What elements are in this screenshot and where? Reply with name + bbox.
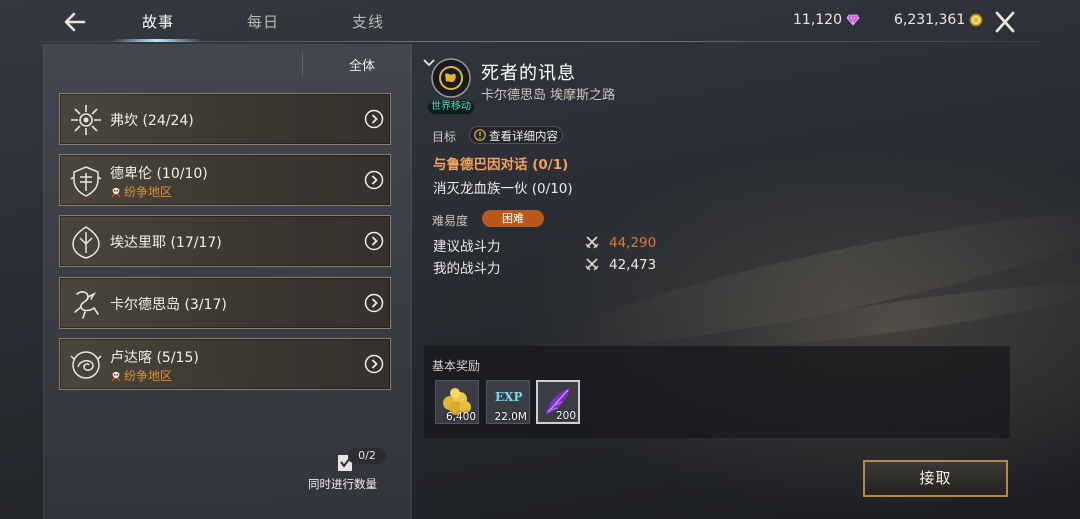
objective-item: 消灭龙血族一伙 (0/10) — [433, 181, 573, 197]
reward-count: 22.0M — [494, 411, 527, 423]
objective-active: 与鲁德巴因对话 (0/1) — [433, 157, 569, 173]
info-icon — [474, 129, 486, 141]
recommended-power-label: 建议战斗力 — [433, 239, 501, 255]
my-power-label: 我的战斗力 — [433, 261, 501, 277]
difficulty-label: 难易度 — [432, 214, 469, 228]
gem-count: 11,120 — [793, 12, 842, 28]
region-name: 卢达喀 (5/15) — [110, 350, 199, 366]
go-arrow-icon — [364, 354, 384, 374]
recommended-power-value: 44,290 — [609, 235, 657, 251]
region-item-edaliye[interactable]: 埃达里耶 (17/17) — [59, 215, 391, 267]
region-name: 卡尔德思岛 (3/17) — [110, 297, 227, 313]
close-button[interactable] — [992, 10, 1018, 34]
crest-emblem-icon — [72, 226, 100, 259]
basic-rewards-panel: 基本奖励 6,400 EXP 22.0M 200 — [424, 346, 1010, 438]
region-name: 德卑伦 (10/10) — [110, 166, 208, 182]
dragon-emblem-icon — [74, 291, 99, 319]
warzone-label: 纷争地区 — [124, 185, 173, 199]
go-arrow-icon — [364, 109, 384, 129]
go-arrow-icon — [364, 170, 384, 190]
reward-feather[interactable]: 200 — [536, 380, 580, 424]
shield-emblem-icon — [70, 166, 102, 197]
region-item-ludake[interactable]: 卢达喀 (5/15) 纷争地区 — [59, 338, 391, 390]
gem-currency: 11,120 — [793, 12, 860, 28]
region-name: 弗坎 (24/24) — [110, 113, 194, 129]
gem-icon — [846, 14, 860, 26]
view-details-label: 查看详细内容 — [489, 129, 558, 143]
world-quest-icon — [431, 58, 471, 98]
tab-daily[interactable]: 每日 — [247, 11, 279, 32]
crossed-swords-icon — [585, 236, 599, 249]
accept-quest-button[interactable]: 接取 — [863, 460, 1008, 497]
top-bar: 故事 每日 支线 11,120 6,231,361 — [0, 0, 1080, 44]
tab-story[interactable]: 故事 — [142, 11, 174, 32]
crossed-swords-icon — [585, 258, 599, 271]
skull-icon — [111, 371, 121, 381]
gold-coin-icon — [969, 13, 983, 27]
top-divider — [40, 41, 1040, 42]
concurrent-count: 0/2 — [348, 448, 386, 464]
warzone-tag: 纷争地区 — [110, 183, 172, 200]
tab-side[interactable]: 支线 — [352, 11, 384, 32]
back-arrow-icon — [64, 12, 86, 32]
difficulty-badge: 困难 — [482, 210, 544, 227]
rewards-title: 基本奖励 — [432, 359, 481, 373]
serpent-emblem-icon — [70, 351, 102, 379]
reward-gold[interactable]: 6,400 — [435, 380, 479, 424]
gold-currency: 6,231,361 — [894, 12, 983, 28]
reward-count: 200 — [555, 410, 576, 422]
warzone-label: 纷争地区 — [124, 369, 173, 383]
warzone-tag: 纷争地区 — [110, 367, 172, 384]
quest-location: 卡尔德思岛 埃摩斯之路 — [481, 88, 616, 103]
region-item-debelun[interactable]: 德卑伦 (10/10) 纷争地区 — [59, 154, 391, 206]
background-streak — [559, 192, 1080, 368]
back-button[interactable] — [62, 10, 88, 34]
reward-exp[interactable]: EXP 22.0M — [486, 380, 530, 424]
view-details-button[interactable]: 查看详细内容 — [469, 126, 563, 144]
concurrent-quest-counter: 0/2 同时进行数量 — [306, 448, 396, 494]
world-move-tag: 世界移动 — [428, 100, 474, 114]
skull-icon — [111, 187, 121, 197]
region-item-fukan[interactable]: 弗坎 (24/24) — [59, 93, 391, 145]
my-power-value: 42,473 — [609, 257, 657, 273]
gold-count: 6,231,361 — [894, 12, 966, 28]
go-arrow-icon — [364, 231, 384, 251]
close-icon — [995, 11, 1015, 33]
objective-label: 目标 — [432, 130, 457, 144]
reward-count: 6,400 — [445, 411, 476, 423]
sun-emblem-icon — [71, 105, 101, 135]
filter-label: 全体 — [349, 59, 376, 74]
region-item-kaerdesi[interactable]: 卡尔德思岛 (3/17) — [59, 277, 391, 329]
exp-icon: EXP — [495, 390, 523, 404]
region-name: 埃达里耶 (17/17) — [110, 235, 222, 251]
quest-title: 死者的讯息 — [481, 63, 576, 84]
region-filter-dropdown[interactable]: 全体 — [302, 52, 452, 76]
go-arrow-icon — [364, 293, 384, 313]
concurrent-label: 同时进行数量 — [308, 477, 377, 491]
